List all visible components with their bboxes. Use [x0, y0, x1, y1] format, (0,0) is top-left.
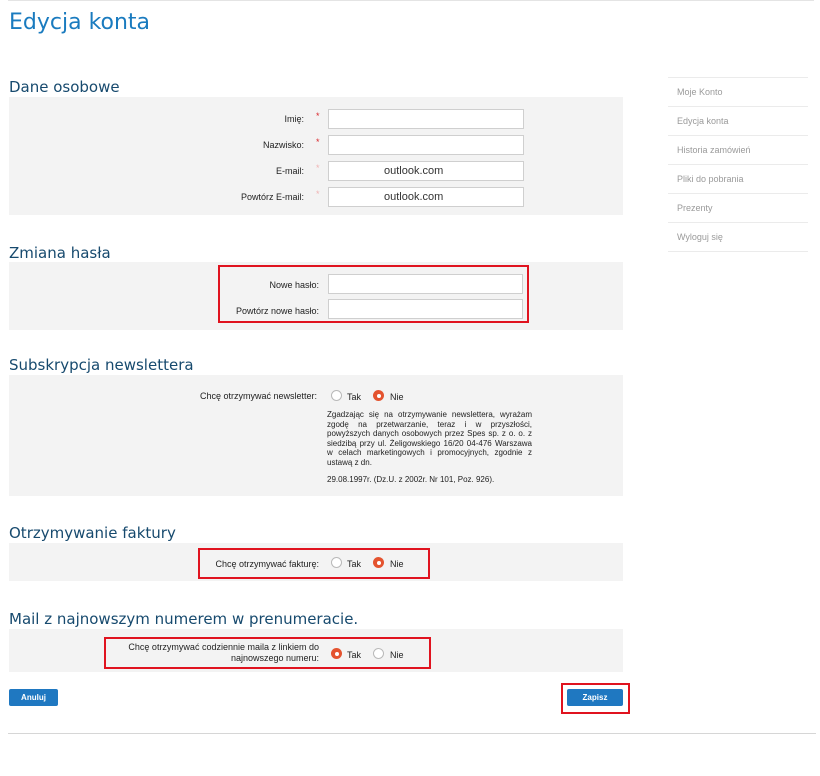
page-title: Edycja konta — [9, 10, 151, 35]
section-title-newsletter: Subskrypcja newslettera — [9, 356, 194, 374]
sidebar-item-edit-account[interactable]: Edycja konta — [668, 107, 808, 136]
consent-paragraph-end: 29.08.1997r. (Dz.U. z 2002r. Nr 101, Poz… — [327, 475, 495, 484]
newsletter-yes-radio[interactable] — [331, 390, 342, 401]
sidebar-item-order-history[interactable]: Historia zamówień — [668, 136, 808, 165]
section-title-mail: Mail z najnowszym numerem w prenumeracie… — [9, 610, 359, 628]
email-row: E-mail: * outlook.com — [9, 159, 623, 183]
email-confirm-label: Powtórz E-mail: — [240, 192, 304, 202]
bottom-divider — [8, 733, 816, 734]
section-title-invoice: Otrzymywanie faktury — [9, 524, 176, 542]
email-input[interactable]: outlook.com — [328, 161, 524, 181]
email-confirm-row: Powtórz E-mail: * outlook.com — [9, 185, 623, 209]
email-label: E-mail: — [275, 166, 304, 176]
first-name-row: Imię: * — [9, 107, 623, 131]
newsletter-panel: Chcę otrzymywać newsletter: Tak Nie Zgad… — [9, 375, 623, 496]
last-name-input[interactable] — [328, 135, 524, 155]
required-marker: * — [316, 163, 320, 173]
last-name-row: Nazwisko: * — [9, 133, 623, 157]
sidebar-item-downloads[interactable]: Pliki do pobrania — [668, 165, 808, 194]
first-name-label: Imię: — [284, 114, 304, 124]
mail-highlight-box — [104, 637, 431, 669]
newsletter-yes-label[interactable]: Tak — [347, 392, 361, 402]
account-sidebar: Moje Konto Edycja konta Historia zamówie… — [668, 77, 808, 252]
newsletter-question: Chcę otrzymywać newsletter: — [199, 391, 317, 401]
sidebar-item-logout[interactable]: Wyloguj się — [668, 223, 808, 252]
consent-paragraph: Zgadzając się na otrzymywanie newsletter… — [327, 410, 532, 467]
newsletter-no-radio[interactable] — [373, 390, 384, 401]
section-title-personal: Dane osobowe — [9, 78, 120, 96]
cancel-button[interactable]: Anuluj — [9, 689, 58, 706]
sidebar-item-my-account[interactable]: Moje Konto — [668, 78, 808, 107]
password-highlight-box — [218, 265, 529, 323]
save-highlight-box — [561, 683, 630, 714]
newsletter-consent-text: Zgadzając się na otrzymywanie newsletter… — [327, 410, 532, 467]
email-confirm-input[interactable]: outlook.com — [328, 187, 524, 207]
required-marker: * — [316, 137, 320, 147]
personal-panel: Imię: * Nazwisko: * E-mail: * outlook.co… — [9, 97, 623, 215]
section-title-password: Zmiana hasła — [9, 244, 111, 262]
required-marker: * — [316, 111, 320, 121]
top-divider — [8, 0, 814, 1]
first-name-input[interactable] — [328, 109, 524, 129]
last-name-label: Nazwisko: — [262, 140, 304, 150]
invoice-highlight-box — [198, 548, 430, 579]
sidebar-item-gifts[interactable]: Prezenty — [668, 194, 808, 223]
required-marker: * — [316, 189, 320, 199]
newsletter-no-label[interactable]: Nie — [390, 392, 404, 402]
